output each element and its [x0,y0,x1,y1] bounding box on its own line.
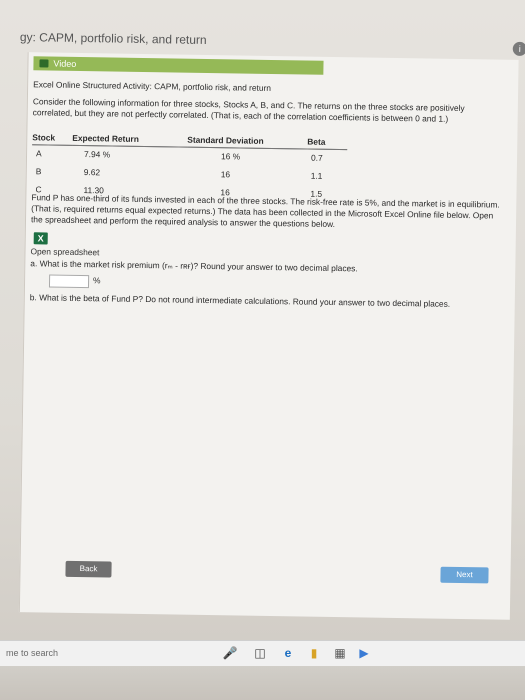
expected-return-cell: 7.94 % [83,149,111,160]
activity-panel: Video Excel Online Structured Activity: … [18,52,519,620]
question-a-unit: % [93,275,101,286]
fund-paragraph: Fund P has one-third of its funds invest… [30,192,500,230]
video-icon [39,59,49,68]
edge-icon[interactable]: e [280,645,296,661]
std-dev-cell: 16 [220,169,231,180]
task-view-icon[interactable]: ◫ [252,645,268,661]
std-dev-cell: 16 % [220,151,241,162]
back-button[interactable]: Back [65,560,112,578]
question-b: b. What is the beta of Fund P? Do not ro… [29,292,451,309]
windows-taskbar: me to search 🎤 ◫ e ▮ ▦ ▶ [0,640,525,667]
video-button[interactable]: Video [33,56,324,75]
header-beta: Beta [307,135,348,150]
mail-icon[interactable]: ▶ [356,645,372,661]
stock-cell: B [35,166,42,177]
store-icon[interactable]: ▦ [332,645,348,661]
open-spreadsheet-link[interactable]: Open spreadsheet [30,246,99,257]
intro-paragraph: Consider the following information for t… [32,96,465,124]
browser-page: gy: CAPM, portfolio risk, and return i V… [9,30,525,638]
question-a: a. What is the market risk premium (rₘ -… [30,258,358,274]
excel-icon[interactable]: X [33,232,48,245]
question-a-answer-input[interactable] [48,274,90,289]
photo-bottom-edge [0,666,525,700]
beta-cell: 1.1 [310,170,323,181]
header-stock: Stock [32,131,73,146]
beta-cell: 0.7 [310,152,323,163]
stock-cell: A [35,148,42,159]
microphone-icon[interactable]: 🎤 [222,645,238,661]
video-label: Video [53,58,77,69]
activity-heading: Excel Online Structured Activity: CAPM, … [33,79,272,93]
info-icon[interactable]: i [512,41,525,56]
taskbar-search[interactable]: me to search [6,648,58,658]
file-explorer-icon[interactable]: ▮ [306,645,322,661]
expected-return-cell: 9.62 [83,167,101,178]
next-button[interactable]: Next [440,566,489,584]
